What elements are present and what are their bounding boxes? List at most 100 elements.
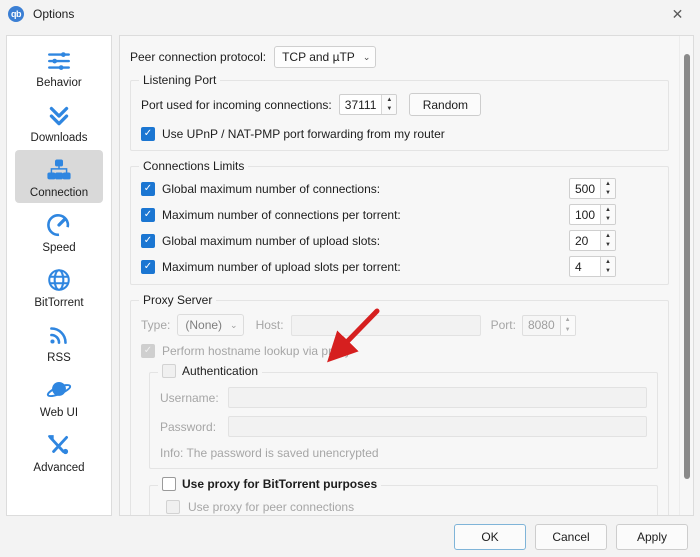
dialog-body: Behavior Downloads Connection Speed BitT… — [0, 28, 700, 516]
password-info-text: Info: The password is saved unencrypted — [160, 446, 379, 460]
authentication-title[interactable]: Authentication — [158, 364, 263, 378]
spinner-down-icon[interactable]: ▼ — [601, 267, 615, 277]
max-upload-slots-per-torrent-spinner[interactable]: 4 ▲ ▼ — [569, 256, 616, 277]
use-proxy-bittorrent-checkbox[interactable] — [162, 477, 176, 491]
max-connections-per-torrent-spinner[interactable]: 100 ▲ ▼ — [568, 204, 616, 225]
listening-port-title: Listening Port — [139, 73, 221, 87]
limit-row[interactable]: Global maximum number of upload slots: 2… — [141, 230, 658, 251]
sidebar-item-label: Connection — [29, 187, 89, 199]
globe-icon — [44, 265, 74, 295]
incoming-port-value: 37111 — [344, 97, 377, 112]
peer-protocol-combo[interactable]: TCP and µTP ⌄ — [274, 46, 377, 68]
options-dialog: qb Options ✕ Behavior Downloads Connecti… — [0, 0, 700, 557]
apply-button[interactable]: Apply — [616, 523, 688, 550]
global-max-connections-spinner[interactable]: 500 ▲ ▼ — [568, 178, 616, 199]
authentication-label: Authentication — [182, 364, 259, 378]
sliders-icon — [44, 45, 74, 75]
title-bar: qb Options ✕ — [0, 0, 700, 28]
random-port-button[interactable]: Random — [409, 93, 482, 116]
password-label: Password: — [160, 419, 217, 434]
sidebar-item-web-ui[interactable]: Web UI — [15, 370, 103, 423]
proxy-host-input[interactable] — [290, 314, 481, 336]
spinner-down-icon[interactable]: ▼ — [601, 189, 615, 199]
limit-label: Maximum number of connections per torren… — [162, 207, 401, 222]
sidebar-item-advanced[interactable]: Advanced — [15, 425, 103, 478]
chevron-down-icon: ⌄ — [230, 319, 238, 330]
sidebar-item-label: Advanced — [33, 462, 85, 474]
spinner-buttons[interactable]: ▲ ▼ — [600, 179, 615, 198]
spinner-up-icon[interactable]: ▲ — [601, 179, 615, 189]
spinner-down-icon[interactable]: ▼ — [601, 215, 615, 225]
max-upload-slots-per-torrent-checkbox[interactable] — [141, 259, 155, 274]
spinner-up-icon[interactable]: ▲ — [601, 257, 615, 267]
spinner-up-icon[interactable]: ▲ — [382, 95, 396, 105]
spinner-up-icon[interactable]: ▲ — [561, 316, 575, 326]
authentication-checkbox[interactable] — [162, 364, 176, 378]
limit-label: Global maximum number of connections: — [162, 181, 381, 196]
proxy-port-value: 8080 — [527, 318, 555, 332]
panel-scrollbar[interactable] — [679, 36, 693, 515]
spinner-down-icon[interactable]: ▼ — [382, 105, 396, 115]
sidebar-item-label: Speed — [42, 242, 76, 254]
proxy-type-combo[interactable]: (None) ⌄ — [177, 314, 244, 336]
connections-limits-group: Connections Limits Global maximum number… — [130, 159, 669, 285]
spinner-buttons[interactable]: ▲ ▼ — [600, 205, 615, 224]
incoming-port-label: Port used for incoming connections: — [141, 97, 332, 112]
spinner-up-icon[interactable]: ▲ — [601, 205, 615, 215]
spinner-down-icon[interactable]: ▼ — [601, 241, 615, 251]
close-icon[interactable]: ✕ — [655, 0, 700, 28]
planet-icon — [44, 375, 74, 405]
spinner-buttons[interactable]: ▲ ▼ — [559, 315, 575, 335]
sidebar-item-behavior[interactable]: Behavior — [15, 40, 103, 93]
global-max-upload-slots-checkbox[interactable] — [141, 233, 155, 248]
sidebar-item-speed[interactable]: Speed — [15, 205, 103, 258]
peer-protocol-row: Peer connection protocol: TCP and µTP ⌄ — [130, 46, 669, 68]
limit-row[interactable]: Maximum number of connections per torren… — [141, 204, 658, 225]
username-input[interactable] — [228, 387, 647, 408]
limit-row[interactable]: Maximum number of upload slots per torre… — [141, 256, 658, 277]
sidebar-item-label: Downloads — [30, 132, 88, 144]
use-proxy-bittorrent-title[interactable]: Use proxy for BitTorrent purposes — [158, 477, 382, 491]
max-connections-per-torrent-checkbox[interactable] — [141, 207, 155, 222]
proxy-type-value: (None) — [185, 318, 223, 332]
sidebar-item-bittorrent[interactable]: BitTorrent — [15, 260, 103, 313]
limit-label: Maximum number of upload slots per torre… — [162, 259, 401, 274]
use-proxy-peer-checkbox[interactable] — [166, 500, 180, 514]
proxy-port-label: Port: — [490, 318, 516, 332]
use-proxy-peer-row[interactable]: Use proxy for peer connections — [166, 500, 647, 514]
spinner-buttons[interactable]: ▲ ▼ — [600, 257, 615, 276]
limit-row[interactable]: Global maximum number of connections: 50… — [141, 178, 658, 199]
proxy-host-label: Host: — [255, 318, 284, 332]
global-max-connections-checkbox[interactable] — [141, 181, 155, 196]
sidebar-item-rss[interactable]: RSS — [15, 315, 103, 368]
upnp-row[interactable]: Use UPnP / NAT-PMP port forwarding from … — [141, 127, 658, 141]
downloads-icon — [44, 100, 74, 130]
spinner-buttons[interactable]: ▲ ▼ — [600, 231, 615, 250]
ok-button[interactable]: OK — [454, 523, 526, 550]
incoming-port-row: Port used for incoming connections: 3711… — [141, 93, 658, 116]
sidebar-item-connection[interactable]: Connection — [15, 150, 103, 203]
scrollbar-thumb[interactable] — [684, 54, 690, 479]
global-max-upload-slots-spinner[interactable]: 20 ▲ ▼ — [569, 230, 616, 251]
hostname-lookup-checkbox[interactable] — [141, 344, 155, 358]
network-icon — [44, 155, 74, 185]
hostname-lookup-label: Perform hostname lookup via proxy — [162, 344, 351, 358]
password-row: Password: — [160, 416, 647, 437]
sidebar-item-label: RSS — [47, 352, 71, 364]
cancel-button[interactable]: Cancel — [535, 523, 607, 550]
connections-limits-title: Connections Limits — [139, 159, 249, 173]
proxy-port-spinner[interactable]: 8080 ▲ ▼ — [521, 314, 576, 336]
sidebar-item-downloads[interactable]: Downloads — [15, 95, 103, 148]
hostname-lookup-row[interactable]: Perform hostname lookup via proxy — [141, 344, 658, 358]
spinner-down-icon[interactable]: ▼ — [561, 325, 575, 335]
spinner-up-icon[interactable]: ▲ — [601, 231, 615, 241]
incoming-port-spinner[interactable]: 37111 ▲ ▼ — [338, 94, 398, 115]
password-input[interactable] — [228, 416, 647, 437]
spinner-buttons[interactable]: ▲ ▼ — [381, 95, 397, 115]
settings-panel: Peer connection protocol: TCP and µTP ⌄ … — [119, 35, 694, 516]
upnp-checkbox[interactable] — [141, 127, 155, 141]
proxy-type-row: Type: (None) ⌄ Host: Port: 8080 ▲ ▼ — [141, 314, 658, 336]
sidebar-item-label: Behavior — [36, 77, 82, 89]
sidebar-item-label: Web UI — [39, 407, 79, 419]
proxy-server-title: Proxy Server — [139, 293, 217, 307]
